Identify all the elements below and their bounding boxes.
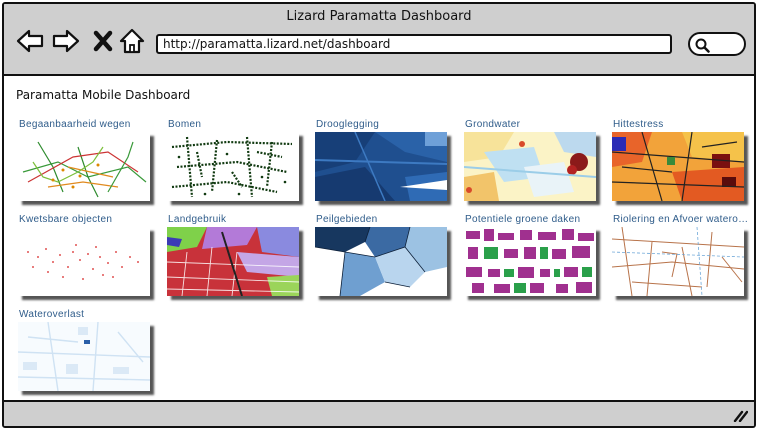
back-arrow-icon — [16, 29, 44, 53]
tile-label: Landgebruik — [168, 214, 227, 225]
map-thumbnail — [612, 132, 744, 201]
tile-drooglegging[interactable]: Drooglegging — [315, 119, 450, 207]
url-input[interactable] — [156, 34, 672, 54]
back-button[interactable] — [16, 28, 44, 54]
tile-label: Wateroverlast — [19, 309, 85, 320]
tile-kwetsbare-objecten[interactable]: Kwetsbare objecten — [18, 214, 153, 302]
stop-button[interactable] — [92, 28, 114, 54]
map-thumbnail — [464, 227, 596, 296]
tile-bomen[interactable]: Bomen — [167, 119, 302, 207]
map-thumbnail — [315, 132, 447, 201]
tile-label: Begaanbaarheid wegen — [19, 119, 131, 130]
map-thumbnail — [464, 132, 596, 201]
tile-begaanbaarheid-wegen[interactable]: Begaanbaarheid wegen — [18, 119, 153, 207]
map-thumbnail — [18, 322, 150, 391]
browser-window: Lizard Paramatta Dashboard http://parama… — [2, 2, 756, 428]
search-icon — [695, 38, 710, 53]
tile-label: Kwetsbare objecten — [19, 214, 113, 225]
map-thumbnail — [612, 227, 744, 296]
tile-label: Hittestress — [613, 119, 664, 130]
tile-wateroverlast[interactable]: Wateroverlast — [18, 309, 153, 397]
stop-icon — [93, 30, 113, 52]
page-title: Paramatta Mobile Dashboard — [16, 88, 191, 102]
tile-grondwater[interactable]: Grondwater — [464, 119, 599, 207]
forward-arrow-icon — [52, 29, 80, 53]
tile-riolering-en-afvoer[interactable]: Riolering en Afvoer wateroverlast — [612, 214, 752, 302]
forward-button[interactable] — [52, 28, 80, 54]
tile-label: Potentiele groene daken — [465, 214, 581, 225]
tile-potentiele-groene-daken[interactable]: Potentiele groene daken — [464, 214, 599, 302]
status-bar — [4, 400, 754, 426]
map-thumbnail — [18, 132, 150, 201]
map-thumbnail — [167, 227, 299, 296]
tile-label: Bomen — [168, 119, 202, 130]
search-field[interactable] — [688, 32, 746, 56]
tile-label: Riolering en Afvoer wateroverlast — [613, 214, 752, 225]
map-thumbnail — [18, 227, 150, 296]
browser-toolbar: Lizard Paramatta Dashboard — [4, 4, 754, 76]
home-icon — [119, 28, 145, 54]
tile-label: Peilgebieden — [316, 214, 378, 225]
window-title: Lizard Paramatta Dashboard — [286, 9, 472, 24]
tile-peilgebieden[interactable]: Peilgebieden — [315, 214, 450, 302]
tile-label: Grondwater — [465, 119, 521, 130]
page-content: Paramatta Mobile Dashboard Begaanbaarhei… — [4, 78, 754, 400]
tile-label: Drooglegging — [316, 119, 380, 130]
map-thumbnail — [167, 132, 299, 201]
resize-grip-icon[interactable] — [732, 408, 748, 422]
map-thumbnail — [315, 227, 447, 296]
tile-landgebruik[interactable]: Landgebruik — [167, 214, 302, 302]
tile-hittestress[interactable]: Hittestress — [612, 119, 747, 207]
home-button[interactable] — [118, 28, 146, 54]
